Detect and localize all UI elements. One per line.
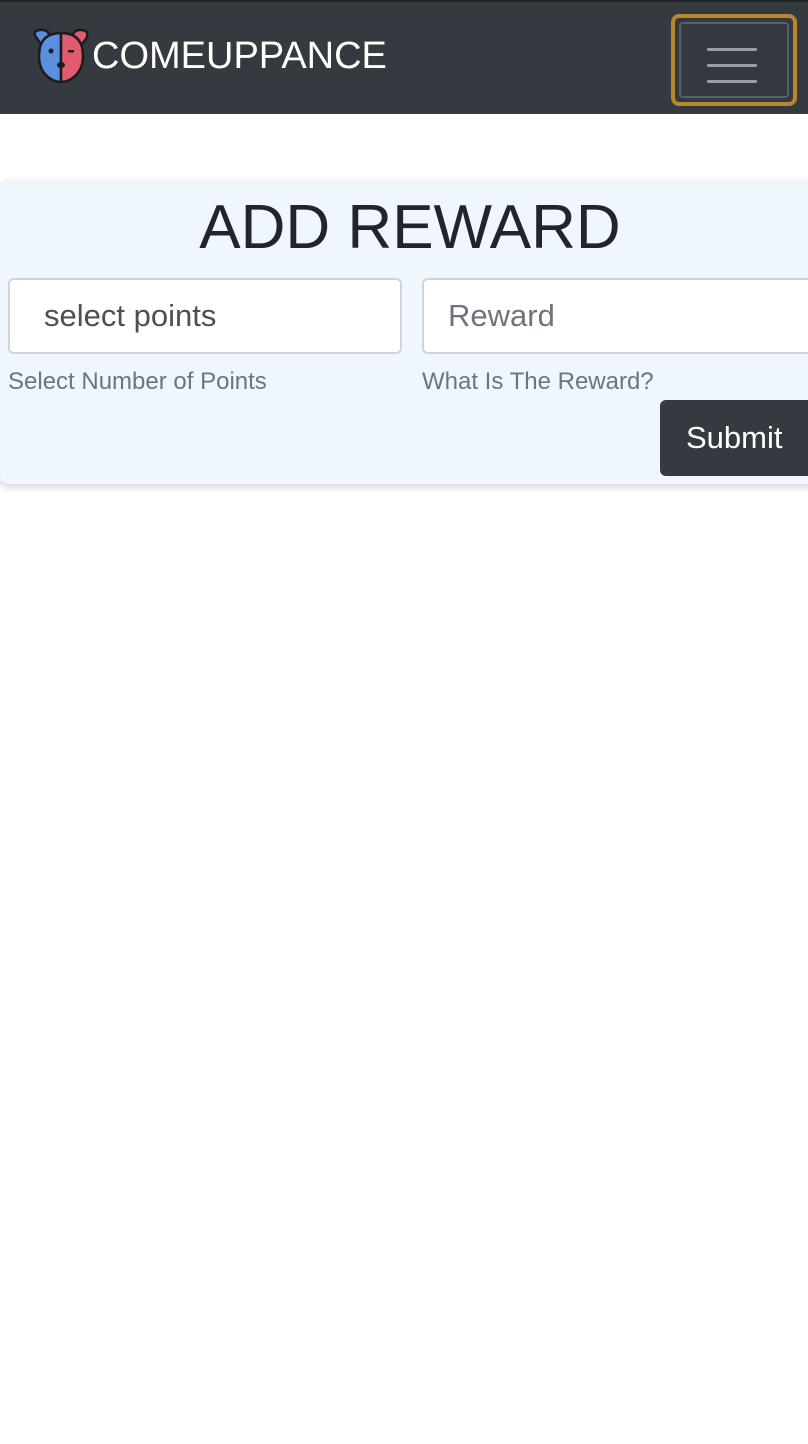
top-navbar: COMEUPPANCE — [0, 0, 808, 114]
points-help-text: Select Number of Points — [8, 368, 267, 395]
brand-link[interactable]: COMEUPPANCE — [30, 26, 387, 86]
reward-input[interactable] — [422, 278, 808, 354]
hamburger-menu-icon — [679, 22, 789, 98]
reward-help-text: What Is The Reward? — [422, 368, 654, 395]
points-select-value: select points — [44, 298, 217, 333]
add-reward-card: ADD REWARD select points Select Number o… — [0, 180, 808, 484]
menu-toggle-button[interactable] — [671, 14, 797, 106]
dog-face-icon — [33, 28, 89, 84]
submit-button[interactable]: Submit — [660, 400, 808, 476]
brand-name: COMEUPPANCE — [92, 35, 387, 77]
points-select[interactable]: select points — [8, 278, 402, 354]
page-title: ADD REWARD — [199, 193, 621, 262]
